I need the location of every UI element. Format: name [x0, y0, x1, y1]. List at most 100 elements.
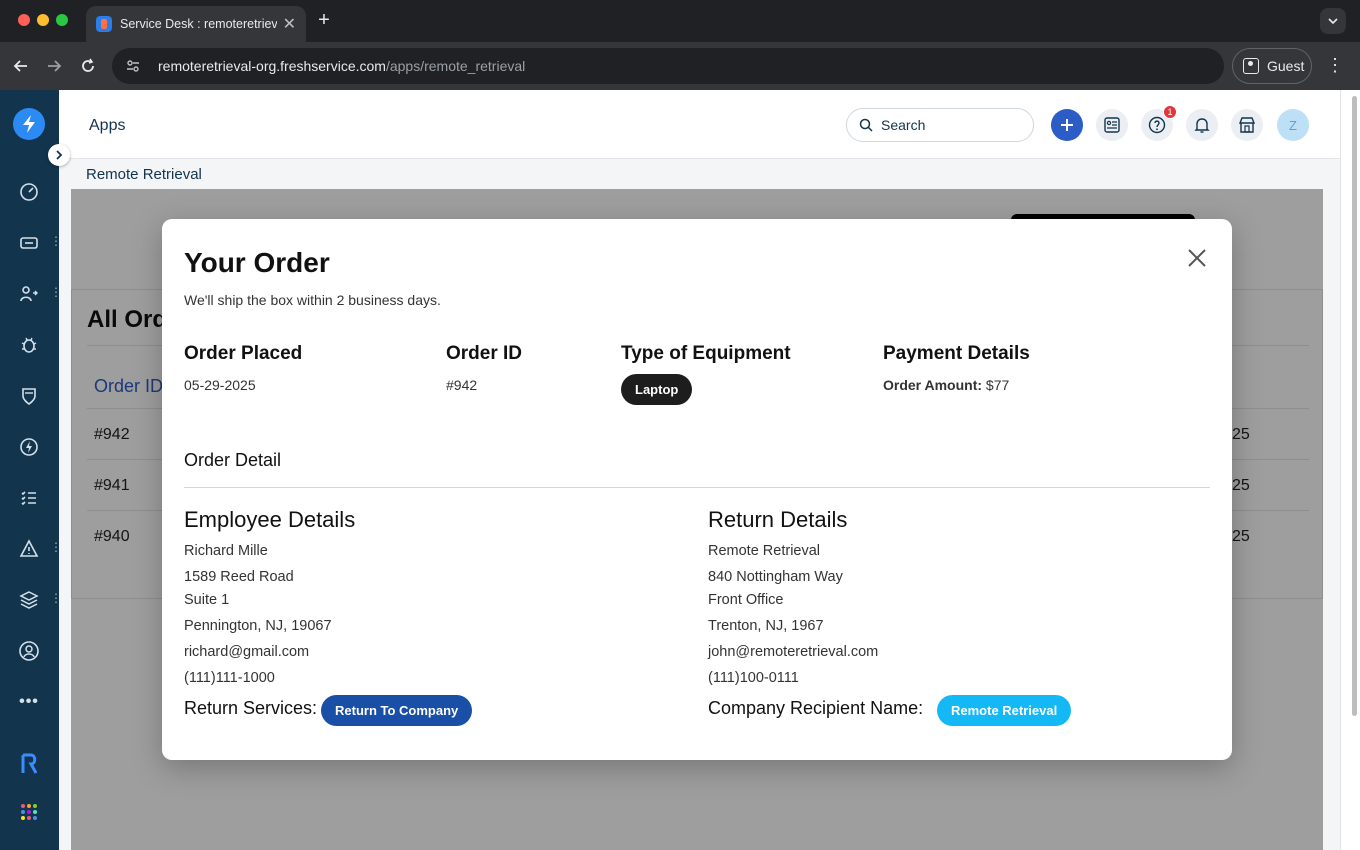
assets-shield-icon[interactable] — [17, 384, 41, 408]
window-minimize-button[interactable] — [37, 14, 49, 26]
url-path: /apps/remote_retrieval — [385, 58, 526, 74]
employee-address-1: 1589 Reed Road — [184, 569, 294, 585]
freshservice-logo-icon[interactable] — [13, 108, 45, 140]
sidebar: ⋮ ⋮ ⋮ ⋮ ••• — [0, 90, 62, 850]
automation-bolt-icon[interactable] — [17, 435, 41, 459]
window-zoom-button[interactable] — [56, 14, 68, 26]
equipment-label: Type of Equipment — [621, 343, 791, 364]
tab-title: Service Desk : remoteretrieva — [120, 17, 277, 31]
tab-close-icon[interactable]: ✕ — [283, 14, 296, 34]
new-item-button[interactable] — [1051, 109, 1083, 141]
chevron-right-icon — [56, 150, 63, 160]
changes-more-icon[interactable]: ⋮ — [50, 286, 62, 298]
browser-toolbar: remoteretrieval-org.freshservice.com/app… — [0, 42, 1360, 90]
window-close-button[interactable] — [18, 14, 30, 26]
profile-icon — [1243, 58, 1259, 74]
help-icon — [1148, 116, 1166, 134]
page-title: Apps — [89, 117, 126, 134]
layers-icon[interactable] — [17, 588, 41, 612]
close-icon[interactable] — [1186, 247, 1208, 269]
order-placed-label: Order Placed — [184, 343, 303, 364]
company-recipient-label: Company Recipient Name: — [708, 698, 924, 718]
payment-label: Payment Details — [883, 343, 1030, 364]
bell-icon — [1194, 118, 1210, 133]
employee-name: Richard Mille — [184, 543, 268, 559]
notifications-button[interactable] — [1186, 109, 1218, 141]
order-placed-value: 05-29-2025 — [184, 377, 256, 393]
reload-button[interactable] — [77, 55, 99, 77]
url-host: remoteretrieval-org.freshservice.com — [158, 58, 386, 74]
tickets-icon[interactable] — [17, 231, 41, 255]
forward-button[interactable] — [43, 55, 65, 77]
browser-tab-bar: Service Desk : remoteretrieva ✕ + — [0, 0, 1360, 42]
search-icon — [859, 118, 873, 132]
notification-badge: 1 — [1163, 105, 1177, 119]
arrow-right-icon — [48, 60, 62, 72]
return-city: Trenton, NJ, 1967 — [708, 618, 824, 634]
modal-subtitle: We'll ship the box within 2 business day… — [184, 292, 441, 308]
chevron-down-icon — [1328, 18, 1338, 25]
tasks-list-icon[interactable] — [17, 486, 41, 510]
address-bar[interactable]: remoteretrieval-org.freshservice.com/app… — [112, 48, 1224, 84]
alerts-more-icon[interactable]: ⋮ — [50, 541, 62, 553]
freshservice-favicon-icon — [96, 16, 112, 32]
tickets-more-icon[interactable]: ⋮ — [50, 235, 62, 247]
layers-more-icon[interactable]: ⋮ — [50, 592, 62, 604]
return-phone: (111)100-0111 — [708, 670, 799, 686]
new-tab-button[interactable]: + — [314, 9, 334, 32]
remote-retrieval-logo-icon[interactable] — [17, 752, 41, 776]
more-horizontal-icon[interactable]: ••• — [17, 690, 41, 714]
return-services-label: Return Services: — [184, 698, 318, 718]
app-header: Apps Search 1 Z — [59, 90, 1340, 159]
browser-menu-icon[interactable]: ⋮ — [1326, 55, 1344, 76]
return-services-badge: Return To Company — [321, 695, 473, 726]
page-scrollbar-thumb[interactable] — [1352, 96, 1357, 716]
browser-tab[interactable]: Service Desk : remoteretrieva ✕ — [86, 6, 306, 42]
changes-icon[interactable] — [17, 282, 41, 306]
employee-details-heading: Employee Details — [184, 507, 356, 532]
profile-label: Guest — [1267, 58, 1305, 74]
arrow-left-icon — [13, 60, 27, 72]
return-name: Remote Retrieval — [708, 543, 821, 559]
return-details-heading: Return Details — [708, 507, 848, 532]
admin-user-icon[interactable] — [17, 639, 41, 663]
problems-bug-icon[interactable] — [17, 333, 41, 357]
order-modal: Your Order We'll ship the box within 2 b… — [162, 219, 1232, 760]
app-name: Remote Retrieval — [86, 166, 202, 183]
plus-icon — [1061, 119, 1073, 131]
page-scrollbar[interactable] — [1340, 90, 1360, 850]
modal-title: Your Order — [184, 247, 330, 278]
divider — [184, 487, 1210, 488]
app-grid-icon[interactable] — [17, 800, 41, 824]
employee-city: Pennington, NJ, 19067 — [184, 618, 332, 634]
order-id-value: #942 — [446, 377, 478, 393]
reload-icon — [82, 58, 94, 72]
tab-search-button[interactable] — [1320, 8, 1346, 34]
contact-card-icon — [1104, 117, 1120, 133]
sidebar-expand-button[interactable] — [48, 144, 70, 166]
order-id-label: Order ID — [446, 343, 523, 364]
equipment-badge: Laptop — [621, 374, 693, 405]
breadcrumb: Remote Retrieval — [71, 159, 1323, 189]
avatar[interactable]: Z — [1277, 109, 1309, 141]
search-placeholder: Search — [881, 117, 926, 133]
order-amount-value: $77 — [982, 377, 1010, 393]
dashboard-icon[interactable] — [17, 180, 41, 204]
return-email: john@remoteretrieval.com — [708, 644, 879, 660]
employee-phone: (111)111-1000 — [184, 670, 275, 686]
return-address-1: 840 Nottingham Way — [708, 569, 843, 585]
order-amount: Order Amount: $77 — [883, 377, 1009, 393]
contacts-button[interactable] — [1096, 109, 1128, 141]
profile-button[interactable]: Guest — [1232, 48, 1312, 84]
marketplace-button[interactable] — [1231, 109, 1263, 141]
search-input[interactable]: Search — [846, 108, 1034, 142]
site-settings-icon[interactable] — [124, 57, 142, 75]
order-amount-label: Order Amount: — [883, 377, 983, 393]
company-recipient-badge: Remote Retrieval — [937, 695, 1072, 726]
back-button[interactable] — [10, 55, 32, 77]
employee-email: richard@gmail.com — [184, 644, 310, 660]
help-button[interactable]: 1 — [1141, 105, 1177, 141]
employee-address-2: Suite 1 — [184, 592, 230, 608]
alerts-warning-icon[interactable] — [17, 537, 41, 561]
order-detail-heading: Order Detail — [184, 450, 282, 470]
